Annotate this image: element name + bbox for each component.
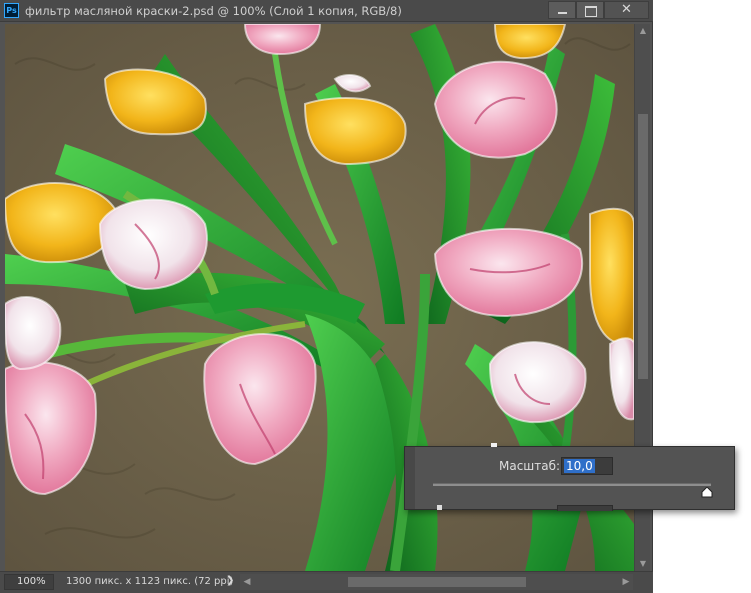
- photoshop-logo-icon: Ps: [4, 3, 19, 18]
- scroll-right-icon[interactable]: ▶: [619, 574, 633, 590]
- horizontal-scroll-thumb[interactable]: [348, 577, 526, 587]
- document-title: фильтр масляной краски-2.psd @ 100% (Сло…: [25, 4, 402, 18]
- maximize-icon[interactable]: [576, 1, 604, 19]
- scale-value: 10,0: [564, 459, 595, 473]
- close-button[interactable]: ✕: [604, 1, 649, 19]
- scale-input[interactable]: 10,0: [561, 457, 613, 475]
- status-bar: 100% 1300 пикс. x 1123 пикс. (72 ppi) ❯ …: [0, 571, 653, 593]
- panel-next-row-icon: [437, 505, 442, 510]
- close-icon: ✕: [621, 2, 632, 17]
- title-bar[interactable]: Ps фильтр масляной краски-2.psd @ 100% (…: [0, 0, 653, 22]
- scroll-up-icon[interactable]: ▲: [635, 24, 651, 38]
- document-size-info: 1300 пикс. x 1123 пикс. (72 ppi): [66, 576, 234, 587]
- status-menu-arrow-icon[interactable]: ❯: [226, 575, 234, 586]
- minimize-icon[interactable]: [548, 1, 576, 19]
- scroll-down-icon[interactable]: ▼: [635, 557, 651, 571]
- panel-edge: [405, 447, 415, 509]
- scale-label: Масштаб:: [499, 459, 561, 473]
- slider-thumb-icon[interactable]: [701, 487, 713, 498]
- next-field-peek: [557, 505, 613, 511]
- panel-tab-marker: [491, 443, 497, 447]
- scroll-left-icon[interactable]: ◀: [240, 574, 254, 590]
- horizontal-scrollbar[interactable]: ◀ ▶: [240, 574, 633, 590]
- oil-paint-scale-panel: Масштаб: 10,0: [404, 443, 735, 511]
- zoom-field[interactable]: 100%: [4, 574, 54, 590]
- vertical-scroll-thumb[interactable]: [638, 114, 648, 379]
- scale-slider-track[interactable]: [433, 483, 711, 486]
